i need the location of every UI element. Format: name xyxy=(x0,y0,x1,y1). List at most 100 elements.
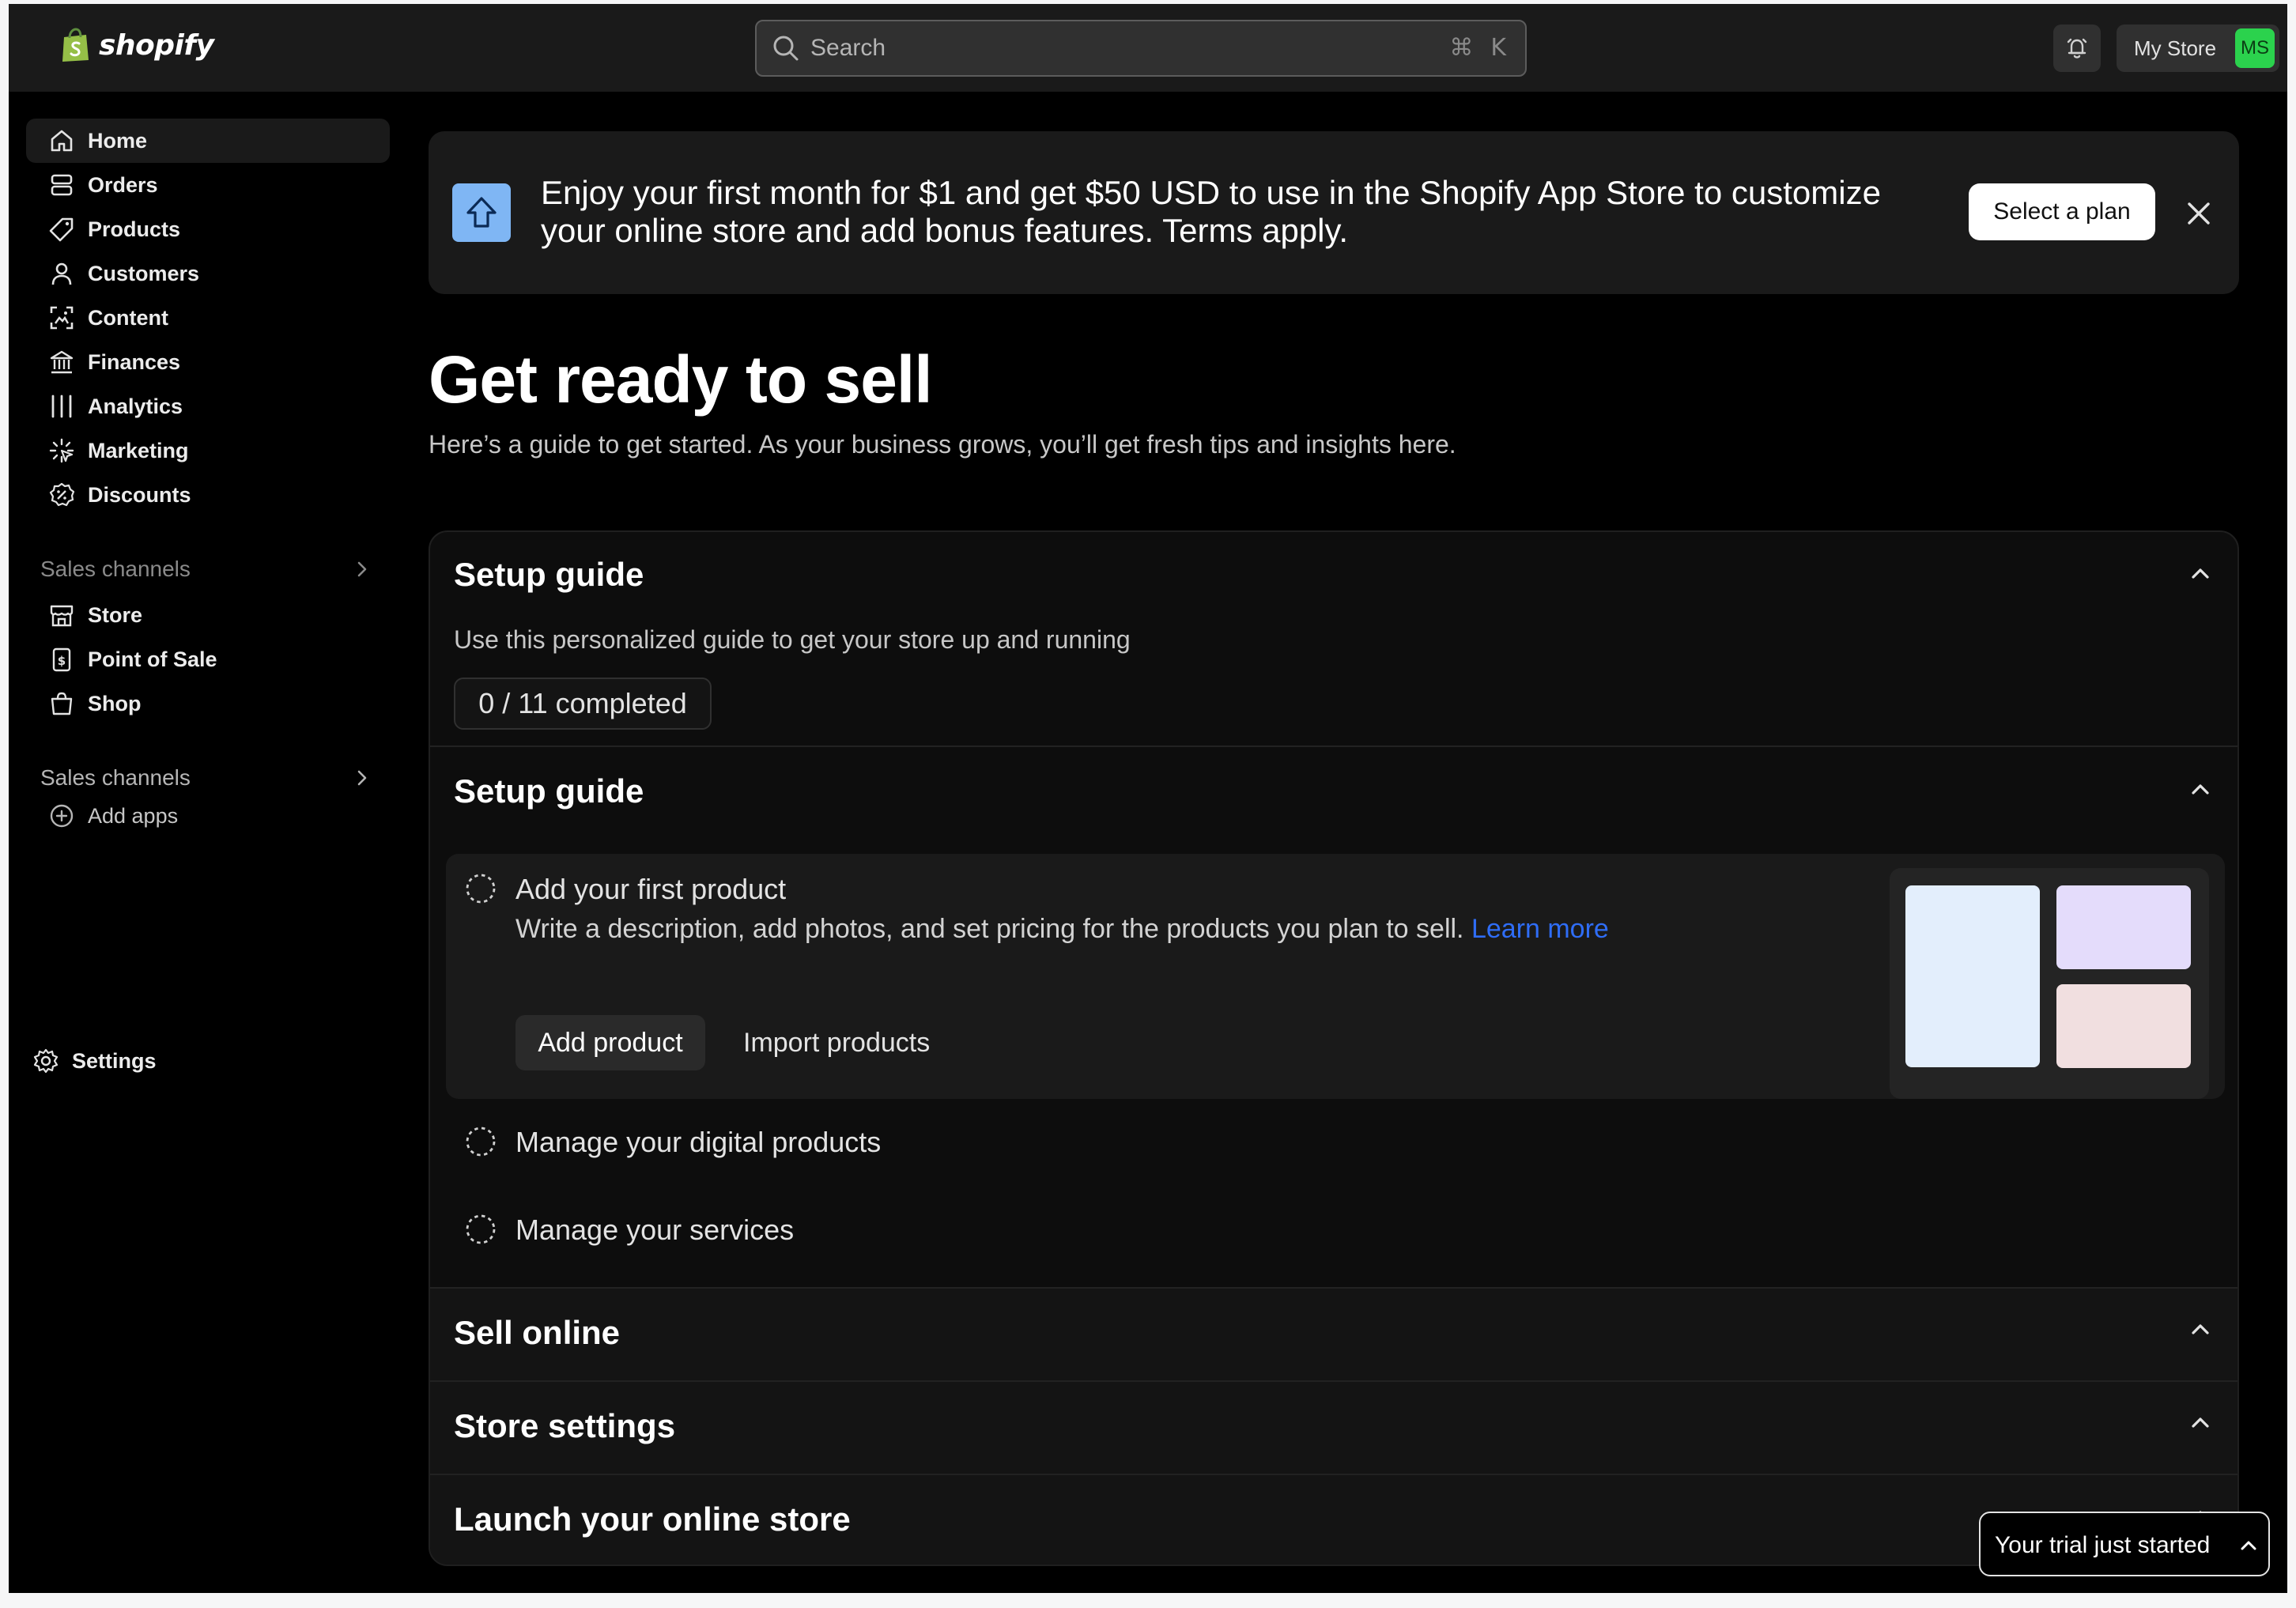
promo-banner: Enjoy your first month for $1 and get $5… xyxy=(429,131,2239,294)
sidebar-item-label: Products xyxy=(88,217,181,241)
task-description: Write a description, add photos, and set… xyxy=(515,914,1609,945)
sidebar-item-label: Content xyxy=(88,305,168,330)
sidebar-item-content[interactable]: Content xyxy=(26,296,390,340)
task-add-first-product[interactable]: Add your first product Write a descripti… xyxy=(446,854,2225,1099)
page-title: Get ready to sell xyxy=(429,342,933,417)
sidebar-item-settings[interactable]: Settings xyxy=(10,1039,374,1083)
illustration-block xyxy=(2056,984,2191,1068)
chevron-right-icon xyxy=(357,770,367,786)
home-icon xyxy=(47,126,77,156)
sidebar-item-home[interactable]: Home xyxy=(26,119,390,163)
import-products-button[interactable]: Import products xyxy=(737,1015,936,1070)
sidebar-item-discounts[interactable]: Discounts xyxy=(26,473,390,517)
sidebar-item-label: Orders xyxy=(88,172,158,197)
sidebar-item-label: Settings xyxy=(72,1048,157,1073)
incomplete-circle-icon[interactable] xyxy=(465,1214,497,1245)
close-icon[interactable] xyxy=(2185,199,2213,228)
illustration-block xyxy=(1905,885,2040,1067)
sidebar-item-marketing[interactable]: Marketing xyxy=(26,428,390,473)
svg-text:$: $ xyxy=(58,654,66,668)
sidebar-item-analytics[interactable]: Analytics xyxy=(26,384,390,428)
gear-icon xyxy=(31,1046,61,1076)
shopify-logo[interactable]: shopify xyxy=(59,28,214,62)
notifications-button[interactable] xyxy=(2053,25,2101,72)
sidebar-item-label: Point of Sale xyxy=(88,647,217,671)
chevron-up-icon[interactable] xyxy=(2187,1410,2214,1436)
shortcut-key: K xyxy=(1490,34,1506,62)
section-sell-online[interactable]: Sell online xyxy=(430,1287,2237,1380)
target-icon xyxy=(47,436,77,466)
bar-chart-icon xyxy=(47,391,77,421)
sidebar-item-label: Discounts xyxy=(88,482,191,507)
select-plan-button[interactable]: Select a plan xyxy=(1969,183,2155,240)
setup-guide-subsection[interactable]: Setup guide xyxy=(430,745,2237,840)
section-title: Store settings xyxy=(454,1407,676,1444)
sidebar-item-add-apps[interactable]: Add apps xyxy=(26,794,390,838)
section-title: Sell online xyxy=(454,1314,621,1351)
bell-icon xyxy=(2067,38,2087,59)
discount-icon xyxy=(47,480,77,510)
learn-more-link[interactable]: Learn more xyxy=(1471,914,1609,944)
storefront-icon xyxy=(47,600,77,630)
chevron-up-icon[interactable] xyxy=(2187,561,2214,587)
sidebar-item-label: Store xyxy=(88,602,143,627)
shopify-bag-icon xyxy=(62,28,89,62)
avatar: MS xyxy=(2235,28,2275,68)
trial-status-button[interactable]: Your trial just started xyxy=(1979,1512,2270,1576)
section-store-settings[interactable]: Store settings xyxy=(430,1380,2237,1474)
sidebar-item-label: Customers xyxy=(88,261,200,285)
store-menu-button[interactable]: My Store MS xyxy=(2117,25,2279,72)
sidebar: Home Orders Products Customers Content F… xyxy=(9,92,404,1593)
incomplete-circle-icon[interactable] xyxy=(465,1126,497,1157)
chevron-right-icon xyxy=(357,561,367,577)
upgrade-arrow-icon xyxy=(452,183,511,242)
task-title: Manage your services xyxy=(515,1214,795,1246)
section-title: Launch your online store xyxy=(454,1500,851,1538)
sales-channels-header[interactable]: Sales channels xyxy=(40,553,372,585)
setup-guide-title: Setup guide xyxy=(454,556,644,593)
sidebar-item-label: Analytics xyxy=(88,394,183,418)
keyboard-shortcut: ⌘ K xyxy=(1449,34,1506,62)
tag-icon xyxy=(47,214,77,244)
sidebar-item-label: Marketing xyxy=(88,438,189,462)
setup-guide-card: Setup guide Use this personalized guide … xyxy=(429,530,2239,1566)
sidebar-item-point-of-sale[interactable]: $ Point of Sale xyxy=(26,637,390,681)
sidebar-item-store[interactable]: Store xyxy=(26,593,390,637)
setup-guide-section: Setup guide Use this personalized guide … xyxy=(430,532,2237,745)
search-input[interactable] xyxy=(810,29,1411,67)
chevron-up-icon xyxy=(2241,1541,2256,1550)
sidebar-item-label: Add apps xyxy=(88,803,179,828)
sidebar-item-label: Home xyxy=(88,128,148,153)
section-launch-online-store[interactable]: Launch your online store xyxy=(430,1474,2237,1565)
task-description-text: Write a description, add photos, and set… xyxy=(515,914,1464,944)
bank-icon xyxy=(47,347,77,377)
orders-icon xyxy=(47,170,77,200)
product-illustration xyxy=(1890,868,2209,1099)
sidebar-item-shop[interactable]: Shop xyxy=(26,681,390,726)
sales-channels-label: Sales channels xyxy=(40,557,191,581)
plus-circle-icon xyxy=(47,801,77,831)
command-key-icon: ⌘ xyxy=(1449,34,1474,62)
setup-guide-description: Use this personalized guide to get your … xyxy=(454,625,1131,654)
sidebar-item-orders[interactable]: Orders xyxy=(26,163,390,207)
sidebar-item-customers[interactable]: Customers xyxy=(26,251,390,296)
incomplete-circle-icon[interactable] xyxy=(465,873,497,904)
sidebar-item-label: Shop xyxy=(88,691,142,715)
shopping-bag-icon xyxy=(47,689,77,719)
page-subtitle: Here’s a guide to get started. As your b… xyxy=(429,430,1456,459)
person-icon xyxy=(47,259,77,289)
progress-badge: 0 / 11 completed xyxy=(454,678,712,730)
top-bar: shopify ⌘ K My Store MS xyxy=(9,4,2287,92)
store-name: My Store xyxy=(2134,36,2217,60)
sidebar-item-label: Finances xyxy=(88,349,181,374)
sidebar-item-finances[interactable]: Finances xyxy=(26,340,390,384)
chevron-up-icon[interactable] xyxy=(2187,1316,2214,1343)
search-bar[interactable]: ⌘ K xyxy=(755,20,1527,77)
chevron-up-icon[interactable] xyxy=(2187,776,2214,803)
setup-guide-subsection-title: Setup guide xyxy=(454,772,644,810)
task-title: Add your first product xyxy=(515,873,787,905)
sidebar-item-products[interactable]: Products xyxy=(26,207,390,251)
add-product-button[interactable]: Add product xyxy=(515,1015,705,1070)
search-icon xyxy=(773,36,799,61)
apps-header[interactable]: Sales channels xyxy=(40,762,372,794)
